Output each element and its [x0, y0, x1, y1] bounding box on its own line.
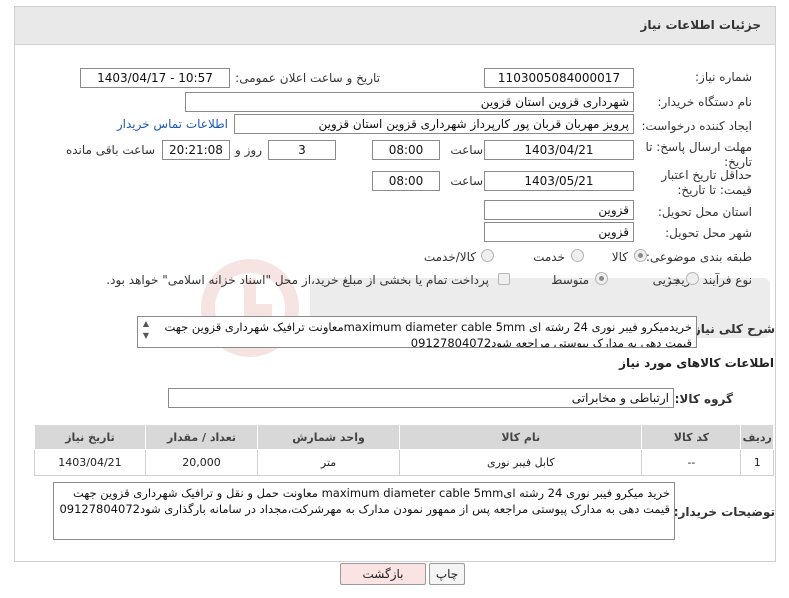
- city-field: قزوین: [484, 222, 634, 242]
- validity-date-field: 1403/05/21: [484, 171, 634, 191]
- description-textarea[interactable]: خریدمیکرو فیبر نوری 24 رشته ای maximum d…: [137, 316, 697, 348]
- process-radio-minor[interactable]: [686, 272, 699, 285]
- deadline-time-field: 08:00: [372, 140, 440, 160]
- col-unit-header: واحد شمارش: [256, 424, 401, 450]
- category-option-goods: کالا: [611, 250, 628, 264]
- table-row[interactable]: 1 -- کابل فیبر نوری متر 20,000 1403/04/2…: [34, 449, 774, 476]
- buyer-notes-label: توضیحات خریدار:: [673, 505, 775, 519]
- need-number-label: شماره نیاز:: [695, 70, 752, 84]
- category-radio-goods[interactable]: [634, 249, 647, 262]
- col-date-header: تاریخ نیاز: [34, 424, 146, 450]
- treasury-payment-note: پرداخت تمام یا بخشی از مبلغ خرید،از محل …: [106, 273, 489, 287]
- days-remaining-field: 3: [268, 140, 336, 160]
- requester-label: ایجاد کننده درخواست:: [641, 119, 752, 133]
- announce-date-field: 1403/04/17 - 10:57: [80, 68, 230, 88]
- category-radio-service[interactable]: [571, 249, 584, 262]
- process-option-minor: جزیی: [652, 273, 680, 287]
- deadline-label: مهلت ارسال پاسخ: تا تاریخ:: [645, 140, 752, 169]
- table-header-row: ردیف کد کالا نام کالا واحد شمارش تعداد /…: [34, 424, 774, 450]
- cell-unit: متر: [256, 449, 401, 476]
- validity-time-label: ساعت: [450, 174, 483, 188]
- process-radio-medium[interactable]: [595, 272, 608, 285]
- description-label: شرح کلی نیاز:: [689, 322, 775, 336]
- validity-time-field: 08:00: [372, 171, 440, 191]
- contact-info-link[interactable]: اطلاعات تماس خریدار: [117, 117, 228, 131]
- goods-section-title: اطلاعات کالاهای مورد نیاز: [619, 356, 774, 370]
- cell-qty: 20,000: [144, 449, 258, 476]
- buyer-notes-textarea[interactable]: خرید میکرو فیبر نوری 24 رشته ایmaximum d…: [53, 482, 675, 540]
- time-remaining-field: 20:21:08: [162, 140, 230, 160]
- treasury-payment-checkbox[interactable]: [498, 273, 510, 285]
- scroll-arrows[interactable]: ▲ ▼: [140, 318, 152, 344]
- cell-date: 1403/04/21: [34, 449, 146, 476]
- category-label: طبقه بندی موضوعی:: [645, 250, 752, 264]
- cell-row: 1: [740, 449, 774, 476]
- process-option-medium: متوسط: [551, 273, 589, 287]
- deadline-date-field: 1403/04/21: [484, 140, 634, 160]
- province-field: قزوین: [484, 200, 634, 220]
- time-remaining-label: ساعت باقی مانده: [65, 143, 155, 157]
- category-option-goods-service: کالا/خدمت: [423, 250, 476, 264]
- col-name-header: نام کالا: [399, 424, 643, 450]
- buyer-org-label: نام دستگاه خریدار:: [657, 95, 753, 109]
- goods-group-label: گروه کالا:: [674, 392, 733, 406]
- cell-code: --: [641, 449, 742, 476]
- category-option-service: خدمت: [533, 250, 565, 264]
- category-radio-goods-service[interactable]: [481, 249, 494, 262]
- validity-label: حداقل تاریخ اعتبار قیمت: تا تاریخ:: [661, 168, 752, 197]
- cell-name: کابل فیبر نوری: [399, 449, 643, 476]
- page-title: جزئیات اطلاعات نیاز: [640, 18, 761, 32]
- back-button[interactable]: بازگشت: [340, 563, 426, 585]
- requester-field: پرویز مهربان قربان پور کارپرداز شهرداری …: [234, 114, 634, 134]
- col-qty-header: تعداد / مقدار: [144, 424, 258, 450]
- col-row-header: ردیف: [740, 424, 774, 450]
- goods-table: ردیف کد کالا نام کالا واحد شمارش تعداد /…: [34, 424, 774, 476]
- need-number-field: 1103005084000017: [484, 68, 634, 88]
- city-label: شهر محل تحویل:: [665, 226, 752, 240]
- print-button[interactable]: چاپ: [429, 563, 465, 585]
- buyer-org-field: شهرداری قزوین استان قزوین: [185, 92, 634, 112]
- days-label: روز و: [235, 143, 262, 157]
- deadline-time-label: ساعت: [450, 143, 483, 157]
- goods-group-field: ارتباطی و مخابراتی: [168, 388, 674, 408]
- col-code-header: کد کالا: [641, 424, 742, 450]
- province-label: استان محل تحویل:: [657, 205, 752, 219]
- panel-header: جزئیات اطلاعات نیاز: [15, 7, 775, 45]
- announce-date-label: تاریخ و ساعت اعلان عمومی:: [235, 71, 380, 85]
